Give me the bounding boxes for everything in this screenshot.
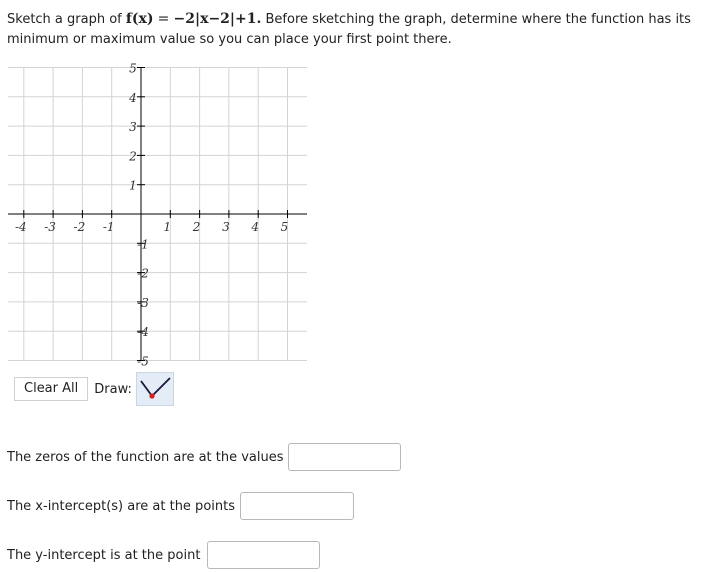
y-axis-labels: 5 4 3 2 1 -1 -2 -3 -4 -5 (128, 62, 149, 368)
y-axis-label: 4 (128, 91, 137, 105)
x-intercept-answer-input[interactable] (240, 492, 354, 520)
y-axis-label: 2 (128, 149, 137, 163)
y-intercept-question-label: The y-intercept is at the point (7, 548, 201, 563)
absolute-value-tool-icon (140, 377, 171, 399)
absolute-value-tool-button[interactable] (135, 372, 174, 406)
clear-all-button[interactable]: Clear All (14, 377, 89, 401)
zeros-question-label: The zeros of the function are at the val… (7, 450, 284, 465)
y-intercept-answer-input[interactable] (207, 541, 320, 569)
x-axis-label: -3 (44, 220, 56, 234)
draw-label: Draw: (94, 381, 132, 397)
x-axis-label: -4 (15, 220, 27, 234)
x-axis-label: 4 (250, 220, 259, 234)
x-intercept-question-label: The x-intercept(s) are at the points (7, 499, 235, 514)
y-axis-label: -4 (137, 325, 149, 339)
function-name: f(x) (125, 11, 154, 27)
zeros-answer-input[interactable] (288, 443, 401, 471)
y-axis-label: -1 (137, 237, 149, 251)
x-axis-labels: -5-4-3-2-112345 (15, 220, 289, 234)
y-axis-label: -5 (137, 355, 149, 369)
x-axis-label: -1 (103, 220, 115, 234)
y-axis-label: 3 (129, 120, 137, 134)
graph-canvas[interactable]: -5 -4 -3 -2 -1 1 2 3 4 5 5 4 3 2 1 -1 -2 -3 -4 -5 (0, 62, 320, 368)
function-expression: −2|x−2|+1. (173, 11, 262, 27)
x-axis-label: -2 (74, 220, 86, 234)
graph-toolbar: Clear All Draw: (14, 372, 174, 406)
y-axis-label: -3 (137, 296, 149, 310)
x-axis-label: 5 (281, 220, 289, 234)
y-axis-label: 1 (129, 179, 137, 193)
y-axis-label: 5 (129, 62, 137, 76)
problem-lead-text: Sketch a graph of (7, 12, 126, 27)
x-axis-label: 1 (163, 220, 171, 234)
problem-statement: Sketch a graph of f(x) = −2|x−2|+1. Befo… (7, 9, 707, 50)
equals-sign: = (157, 11, 170, 27)
y-axis-label: -2 (137, 267, 149, 281)
x-axis-label: 3 (222, 220, 230, 234)
x-axis-label: 2 (192, 220, 201, 234)
